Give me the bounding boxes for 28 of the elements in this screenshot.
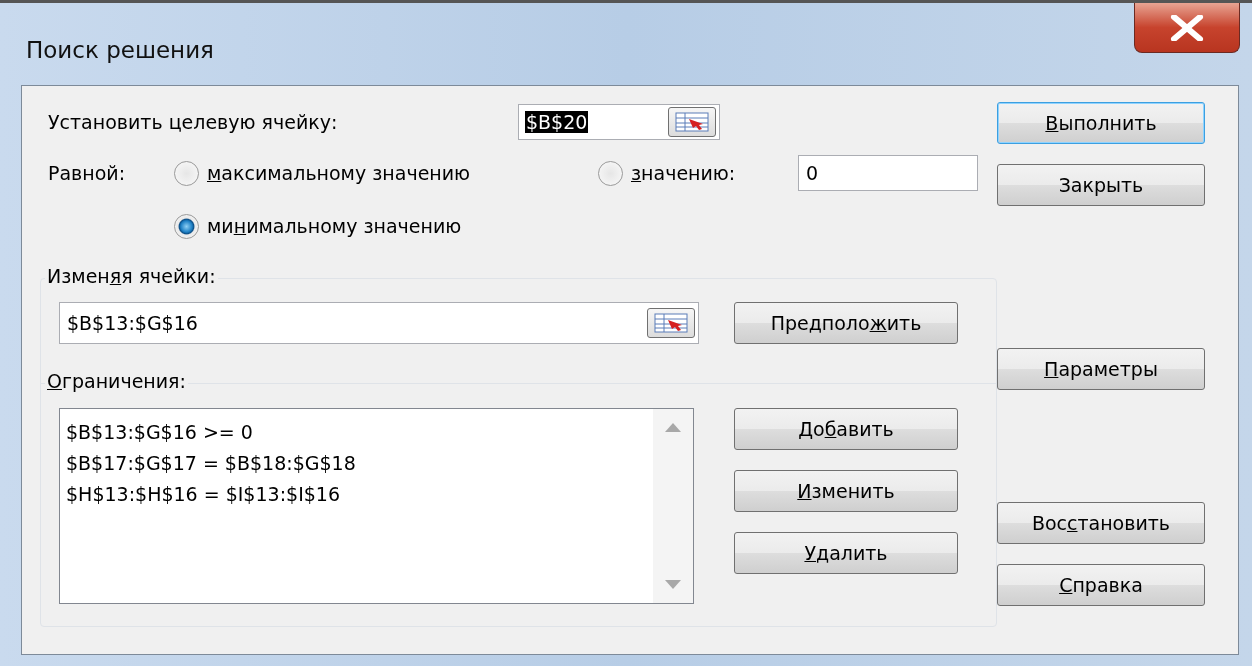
dialog-button[interactable]: Справка [997, 564, 1205, 606]
constraint-item[interactable]: $B$13:$G$16 >= 0 [66, 417, 647, 448]
dialog-button[interactable]: Восстановить [997, 502, 1205, 544]
range-picker-button[interactable] [668, 107, 716, 137]
value-field[interactable]: 0 [798, 155, 978, 191]
dialog-button[interactable]: Выполнить [997, 102, 1205, 144]
constraint-button[interactable]: Изменить [734, 470, 958, 512]
guess-button[interactable]: Предположить [734, 302, 958, 344]
radio-option[interactable]: максимальному значению [174, 160, 598, 186]
radio-option[interactable]: значению: [598, 160, 798, 186]
constraint-item[interactable]: $H$13:$H$16 = $I$13:$I$16 [66, 479, 647, 510]
radio-option[interactable]: минимальному значению [174, 213, 462, 239]
changing-cells-label: Изменяя ячейки: [45, 265, 218, 287]
dialog-button[interactable]: Параметры [997, 348, 1205, 390]
close-icon [1169, 14, 1205, 41]
target-cell-field[interactable]: $B$20 [518, 104, 720, 140]
dialog-button[interactable]: Закрыть [997, 164, 1205, 206]
window-title: Поиск решения [26, 37, 214, 63]
constraint-button[interactable]: Удалить [734, 532, 958, 574]
range-picker-icon [654, 313, 688, 333]
range-picker-icon [675, 112, 709, 132]
close-button[interactable] [1134, 3, 1240, 53]
changing-cells-field[interactable]: $B$13:$G$16 [59, 302, 699, 344]
constraint-button[interactable]: Добавить [734, 408, 958, 450]
range-picker-button[interactable] [647, 308, 695, 338]
constraint-item[interactable]: $B$17:$G$17 = $B$18:$G$18 [66, 448, 647, 479]
equal-to-label: Равной: [48, 162, 127, 184]
target-cell-label: Установить целевую ячейку: [48, 111, 339, 133]
